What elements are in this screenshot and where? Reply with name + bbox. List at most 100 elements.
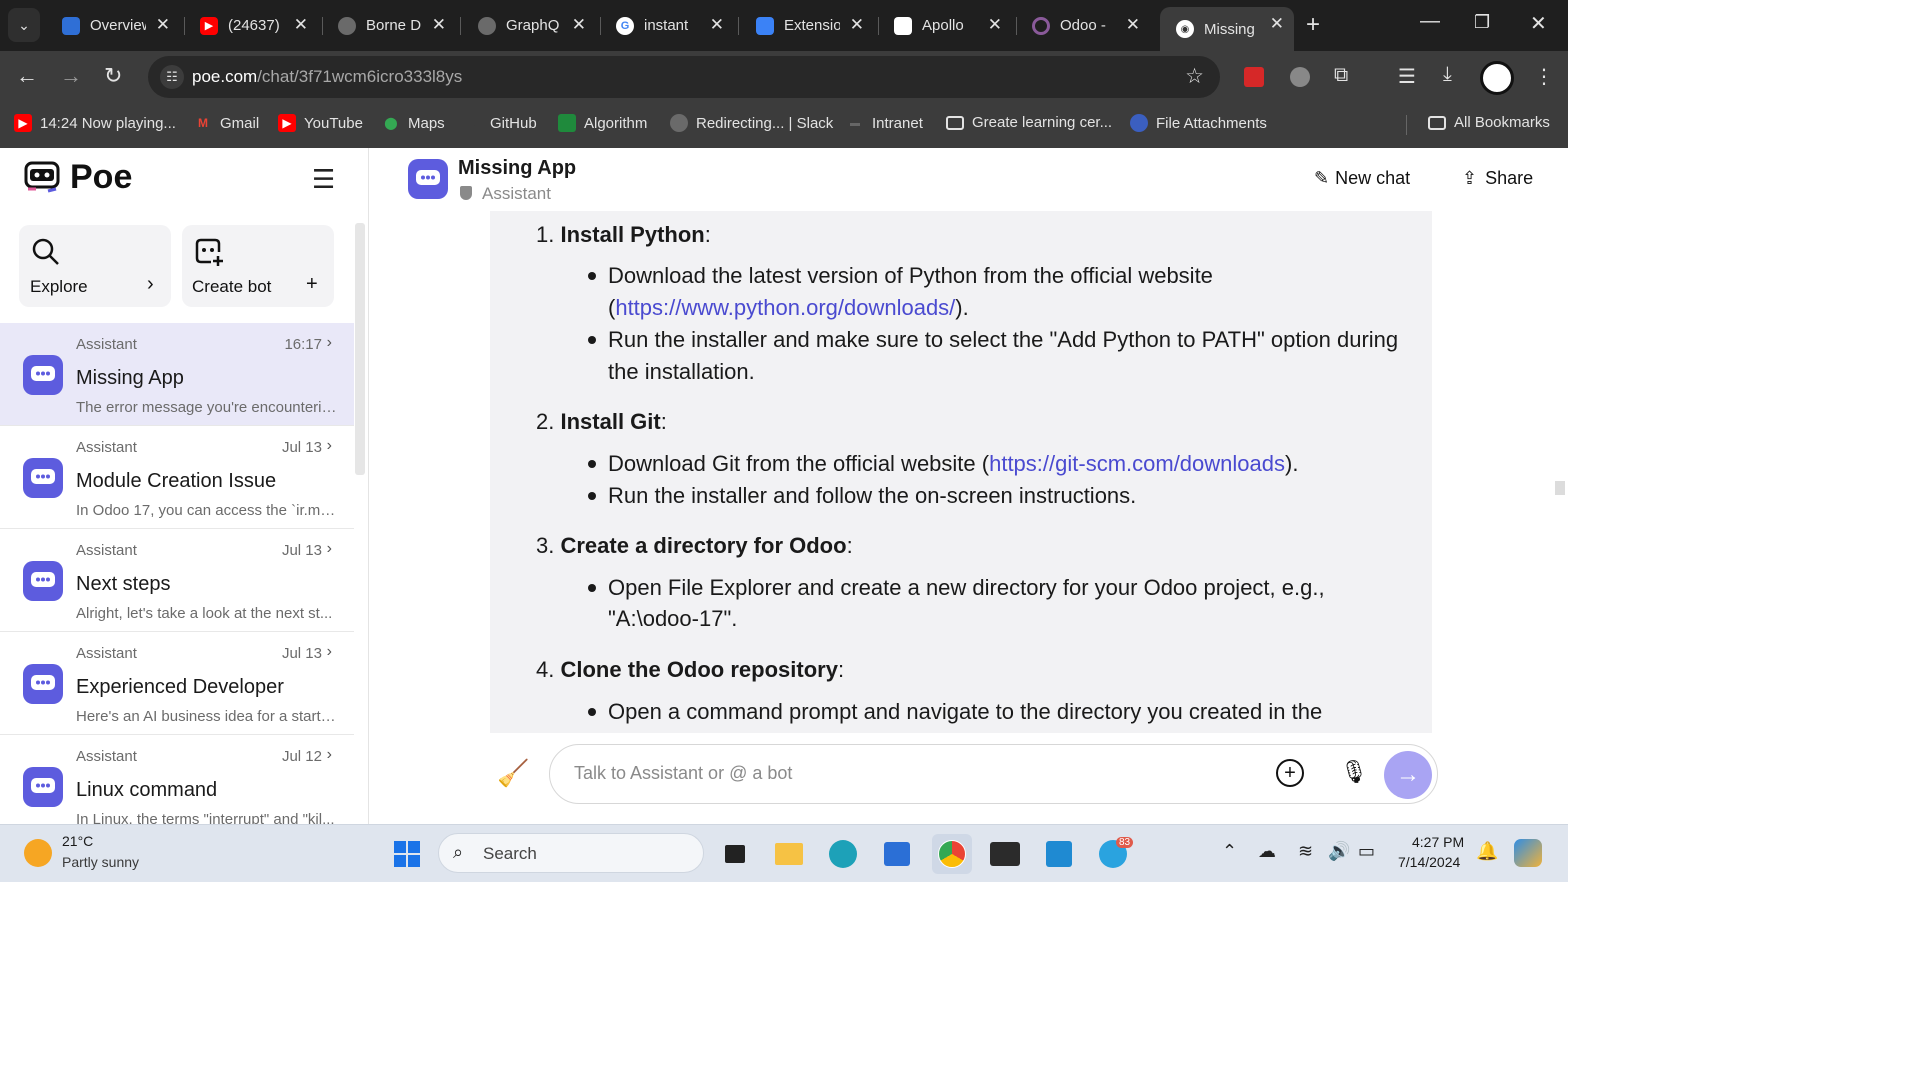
restore-icon[interactable]: ❐	[1474, 12, 1490, 33]
browser-tab[interactable]: Odoo - ✕	[1016, 8, 1150, 43]
new-chat-button[interactable]: ✎ New chat	[1314, 168, 1410, 189]
send-button[interactable]: →	[1384, 751, 1432, 799]
conversation-item[interactable]: Assistant Jul 13 › Module Creation Issue…	[0, 426, 354, 529]
bookmark-item[interactable]: ▬ Intranet	[846, 114, 923, 132]
weather-temp: 21°C	[62, 833, 94, 849]
close-icon[interactable]: ✕	[1126, 15, 1140, 35]
message-input[interactable]: Talk to Assistant or @ a bot	[574, 763, 792, 784]
close-icon[interactable]: ✕	[294, 15, 308, 35]
bookmark-item[interactable]: M Gmail	[194, 114, 259, 132]
browser-tab[interactable]: Overview ✕	[46, 8, 180, 43]
extensions-puzzle-icon[interactable]: ⧉	[1334, 64, 1348, 87]
step-text: Download Git from the official website (…	[608, 451, 1299, 476]
chat-scrollbar[interactable]	[1555, 481, 1565, 495]
conversation-item[interactable]: Assistant Jul 12 › Linux command In Linu…	[0, 735, 354, 824]
terminal-icon[interactable]	[988, 837, 1022, 871]
clear-context-broom-icon[interactable]: 🧹	[497, 758, 529, 789]
back-icon[interactable]: ←	[16, 63, 38, 89]
url-domain: poe.com	[192, 67, 258, 86]
bookmark-item[interactable]: ⬤ Maps	[382, 114, 444, 132]
file-explorer-icon[interactable]	[772, 837, 806, 871]
bookmark-item[interactable]: ● GitHub	[464, 114, 536, 132]
menu-kebab-icon[interactable]: ⋮	[1534, 64, 1554, 89]
copilot-icon[interactable]	[1514, 839, 1542, 867]
site-info-icon[interactable]: ☷	[160, 65, 184, 89]
explore-card[interactable]: Explore ›	[19, 225, 171, 307]
python-download-link[interactable]: https://www.python.org/downloads/	[615, 295, 955, 320]
share-button[interactable]: ⇪ Share	[1462, 168, 1533, 189]
wifi-icon[interactable]: ≋	[1298, 841, 1313, 862]
microphone-icon[interactable]: 🎙	[1340, 759, 1368, 785]
microsoft-store-icon[interactable]	[880, 837, 914, 871]
tab-title: Odoo -	[1060, 17, 1106, 34]
profile-avatar[interactable]	[1480, 61, 1514, 95]
git-download-link[interactable]: https://git-scm.com/downloads	[989, 451, 1285, 476]
hamburger-menu-icon[interactable]: ☰	[312, 164, 335, 195]
reload-icon[interactable]: ↻	[104, 63, 122, 89]
volume-icon[interactable]: 🔊	[1328, 841, 1350, 862]
bookmark-label: Greate learning cer...	[972, 114, 1113, 131]
browser-tab[interactable]: Borne D ✕	[322, 8, 456, 43]
close-icon[interactable]: ✕	[988, 15, 1002, 35]
bookmark-star-icon[interactable]: ☆	[1185, 64, 1204, 89]
sidebar-scrollbar[interactable]	[355, 223, 365, 475]
poe-logo-icon	[24, 161, 60, 192]
minimize-icon[interactable]: —	[1420, 10, 1440, 33]
forward-icon[interactable]: →	[60, 63, 82, 89]
browser-tab[interactable]: G instant ✕	[600, 8, 734, 43]
reading-list-icon[interactable]: ☰	[1398, 64, 1416, 89]
algorithm-icon	[558, 114, 576, 132]
extension-red-icon[interactable]	[1244, 67, 1264, 87]
conversation-item[interactable]: Assistant Jul 13 › Experienced Developer…	[0, 632, 354, 735]
browser-tab[interactable]: ▶ (24637) ✕	[184, 8, 318, 43]
browser-tab[interactable]: GraphQ ✕	[462, 8, 596, 43]
notification-bell-icon[interactable]: 🔔	[1476, 841, 1498, 862]
bot-avatar[interactable]	[408, 159, 448, 199]
close-window-icon[interactable]: ✕	[1530, 11, 1547, 36]
close-icon[interactable]: ✕	[710, 15, 724, 35]
battery-icon[interactable]: ▭	[1358, 841, 1375, 862]
close-icon[interactable]: ✕	[1270, 14, 1284, 34]
tab-title: Missing	[1204, 20, 1255, 38]
browser-tab-active[interactable]: ◉ Missing ✕	[1160, 7, 1294, 51]
bookmark-item[interactable]: Algorithm	[558, 114, 647, 132]
bookmark-item[interactable]: File Attachments	[1130, 114, 1267, 132]
start-button[interactable]	[390, 837, 424, 871]
chrome-icon[interactable]	[932, 834, 972, 874]
new-tab-icon[interactable]: +	[1306, 11, 1320, 39]
bookmarks-bar: ▶ 14:24 Now playing... M Gmail ▶ YouTube ⬤ M…	[0, 103, 1568, 148]
bookmark-item[interactable]: ▶ 14:24 Now playing...	[14, 114, 176, 132]
bookmark-item[interactable]: Greate learning cer...	[946, 114, 1112, 131]
extension-owl-icon[interactable]	[1290, 67, 1310, 87]
tab-search-button[interactable]: ⌄	[8, 8, 40, 42]
add-attachment-icon[interactable]: +	[1276, 759, 1304, 787]
poe-logo[interactable]: Poe	[22, 158, 132, 197]
browser-tab[interactable]: Apollo ✕	[878, 8, 1012, 43]
close-icon[interactable]: ✕	[572, 15, 586, 35]
bookmark-item[interactable]: Redirecting... | Slack	[670, 114, 833, 132]
step-text: Run the installer and follow the on-scre…	[608, 483, 1137, 508]
create-bot-card[interactable]: Create bot +	[182, 225, 334, 307]
browser-tab[interactable]: Extensio ✕	[740, 8, 874, 43]
onedrive-icon[interactable]: ☁	[1258, 841, 1276, 862]
address-bar[interactable]: ☷ poe.com/chat/3f71wcm6icro333l8ys ☆	[148, 56, 1220, 98]
taskbar-search[interactable]: ⌕ Search	[438, 833, 704, 873]
conversation-item[interactable]: Assistant 16:17 › Missing App The error …	[0, 323, 354, 426]
conversation-item[interactable]: Assistant Jul 13 › Next steps Alright, l…	[0, 529, 354, 632]
clock-date[interactable]: 7/14/2024	[1398, 854, 1460, 870]
close-icon[interactable]: ✕	[156, 15, 170, 35]
bookmark-item[interactable]: ▶ YouTube	[278, 114, 363, 132]
edge-icon[interactable]	[826, 837, 860, 871]
tab-strip: ⌄ Overview ✕ ▶ (24637) ✕ Borne D ✕ Graph…	[0, 0, 1568, 51]
conversation-preview: In Odoo 17, you can access the `ir.mo...	[76, 502, 338, 519]
close-icon[interactable]: ✕	[850, 15, 864, 35]
download-icon[interactable]: ⤓	[1443, 63, 1452, 86]
assistant-avatar	[23, 767, 63, 807]
close-icon[interactable]: ✕	[432, 15, 446, 35]
all-bookmarks[interactable]: All Bookmarks	[1428, 114, 1550, 131]
task-view-icon[interactable]	[718, 837, 752, 871]
vscode-icon[interactable]	[1042, 837, 1076, 871]
chevron-up-icon[interactable]: ⌃	[1222, 841, 1237, 862]
weather-desc: Partly sunny	[62, 854, 140, 870]
clock-time[interactable]: 4:27 PM	[1412, 834, 1464, 850]
